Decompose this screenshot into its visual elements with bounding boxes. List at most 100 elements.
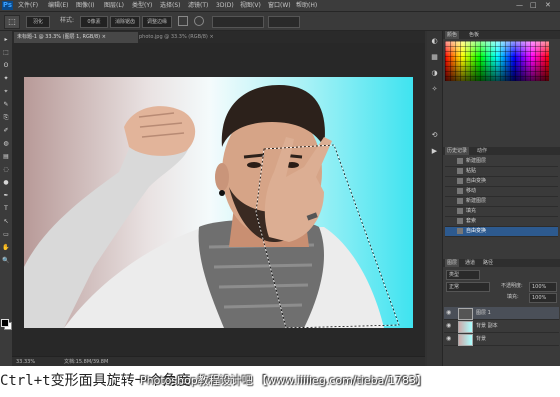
refine-edge-button[interactable]: 调整边缘 bbox=[142, 16, 172, 28]
eraser-tool-icon[interactable]: ◌ bbox=[2, 166, 10, 173]
brush-tool-icon[interactable]: ✐ bbox=[2, 127, 10, 134]
color-panel-icon[interactable]: ◐ bbox=[430, 37, 439, 45]
visibility-eye-icon[interactable]: ◉ bbox=[446, 336, 452, 342]
fill-label: 填充: bbox=[507, 294, 519, 300]
tab-history[interactable]: 历史记录 bbox=[445, 147, 470, 155]
crop-tool-icon[interactable]: ⌖ bbox=[2, 88, 10, 95]
history-state[interactable]: 新建图层 bbox=[445, 197, 558, 207]
menu-view[interactable]: 视图(V) bbox=[240, 1, 261, 10]
fill-field[interactable]: 100% bbox=[529, 293, 557, 303]
history-state-label: 自由变换 bbox=[466, 228, 487, 234]
marquee-tool-icon[interactable]: ⬚ bbox=[2, 49, 10, 56]
shape-tool-icon[interactable]: ▭ bbox=[2, 231, 10, 238]
blend-mode-select[interactable]: 正常 bbox=[446, 282, 490, 292]
history-state-icon bbox=[457, 218, 463, 224]
styles-panel-icon[interactable]: ✧ bbox=[430, 85, 439, 93]
zoom-level[interactable]: 33.33% bbox=[16, 357, 35, 366]
maximize-icon[interactable]: □ bbox=[530, 1, 537, 10]
warp-icon[interactable] bbox=[194, 16, 204, 26]
tab-layers[interactable]: 图层 bbox=[445, 259, 460, 267]
foreground-color-swatch[interactable] bbox=[1, 319, 9, 327]
menu-3d[interactable]: 3D(D) bbox=[216, 1, 234, 10]
history-state-label: 粘贴 bbox=[466, 168, 477, 174]
type-tool-icon[interactable]: T bbox=[2, 205, 10, 212]
menu-file[interactable]: 文件(F) bbox=[18, 1, 38, 10]
marquee-tool-preset-icon[interactable]: ⬚ bbox=[4, 15, 20, 29]
menu-layer[interactable]: 图层(L) bbox=[104, 1, 124, 10]
tab-close-icon[interactable]: × bbox=[209, 34, 213, 40]
color-swatch-grid[interactable] bbox=[445, 41, 549, 81]
tab-label: photo.jpg @ 33.3% (RGB/8) bbox=[139, 34, 208, 40]
history-state-icon bbox=[457, 178, 463, 184]
collapsed-panel-strip: ◐ ▦ ◑ ✧ ⟲ ▶ bbox=[427, 31, 443, 366]
history-state-icon bbox=[457, 198, 463, 204]
history-state-label: 新建图层 bbox=[466, 158, 487, 164]
transform-icon[interactable] bbox=[178, 16, 188, 26]
menu-bar: Ps 文件(F) 编辑(E) 图像(I) 图层(L) 类型(Y) 选择(S) 滤… bbox=[0, 0, 560, 12]
history-state[interactable]: 填充 bbox=[445, 207, 558, 217]
swatches-panel-icon[interactable]: ▦ bbox=[430, 53, 439, 61]
menu-select[interactable]: 选择(S) bbox=[160, 1, 181, 10]
history-state[interactable]: 移动 bbox=[445, 187, 558, 197]
feather-value-field[interactable]: 0像素 bbox=[80, 16, 108, 28]
menu-filter[interactable]: 滤镜(T) bbox=[188, 1, 208, 10]
gradient-tool-icon[interactable]: ● bbox=[2, 179, 10, 186]
history-state-label: 移动 bbox=[466, 188, 477, 194]
history-brush-tool-icon[interactable]: ▤ bbox=[2, 153, 10, 160]
eyedropper-tool-icon[interactable]: ✎ bbox=[2, 101, 10, 108]
menu-window[interactable]: 窗口(W) bbox=[268, 1, 291, 10]
layer-kind-filter[interactable]: 类型 bbox=[446, 270, 480, 280]
layer-row[interactable]: ◉ 背景 bbox=[444, 333, 559, 346]
tab-channels[interactable]: 通道 bbox=[463, 259, 477, 267]
close-window-icon[interactable]: ✕ bbox=[545, 1, 551, 10]
tab-actions[interactable]: 动作 bbox=[475, 147, 489, 155]
menu-edit[interactable]: 编辑(E) bbox=[48, 1, 68, 10]
tab-paths[interactable]: 路径 bbox=[481, 259, 495, 267]
tab-close-icon[interactable]: × bbox=[102, 34, 106, 40]
layer-name: 背景 副本 bbox=[476, 323, 498, 329]
lasso-tool-icon[interactable]: ʘ bbox=[2, 62, 10, 69]
menu-help[interactable]: 帮助(H) bbox=[296, 1, 317, 10]
canvas-area[interactable] bbox=[12, 43, 425, 356]
history-state-label: 新建图层 bbox=[466, 198, 487, 204]
minimize-icon[interactable]: — bbox=[516, 1, 523, 10]
layer-name: 背景 bbox=[476, 336, 487, 342]
history-state[interactable]: 新建图层 bbox=[445, 157, 558, 167]
tab-document[interactable]: photo.jpg @ 33.3% (RGB/8) × bbox=[136, 32, 252, 43]
actions-panel-icon[interactable]: ▶ bbox=[430, 147, 439, 155]
width-height-field[interactable] bbox=[212, 16, 264, 28]
path-select-tool-icon[interactable]: ↖ bbox=[2, 218, 10, 225]
hand-tool-icon[interactable]: ✋ bbox=[2, 244, 10, 251]
history-panel-icon[interactable]: ⟲ bbox=[430, 131, 439, 139]
visibility-eye-icon[interactable]: ◉ bbox=[446, 323, 452, 329]
layer-row-active[interactable]: ◉ 图层 1 bbox=[444, 307, 559, 320]
menu-type[interactable]: 类型(Y) bbox=[132, 1, 152, 10]
clone-stamp-tool-icon[interactable]: ◍ bbox=[2, 140, 10, 147]
history-state[interactable]: 粘贴 bbox=[445, 167, 558, 177]
style-label: 样式: bbox=[60, 17, 75, 24]
feather-field[interactable]: 羽化 bbox=[26, 16, 50, 28]
swatches-panel-header: 颜色 色板 bbox=[443, 31, 560, 39]
zoom-tool-icon[interactable]: 🔍 bbox=[2, 257, 10, 264]
visibility-eye-icon[interactable]: ◉ bbox=[446, 310, 452, 316]
tab-color[interactable]: 颜色 bbox=[445, 31, 460, 39]
document-canvas-photo[interactable] bbox=[24, 77, 413, 328]
quick-select-tool-icon[interactable]: ✦ bbox=[2, 75, 10, 82]
healing-tool-icon[interactable]: ⎘ bbox=[2, 114, 10, 121]
move-tool-icon[interactable]: ▸ bbox=[2, 36, 10, 43]
photoshop-logo: Ps bbox=[2, 1, 13, 10]
document-tab-bar: 未标题-1 @ 33.3% (图层 1, RGB/8) × photo.jpg … bbox=[12, 31, 425, 43]
tab-swatches[interactable]: 色板 bbox=[467, 31, 481, 39]
angle-field[interactable] bbox=[268, 16, 300, 28]
pen-tool-icon[interactable]: ✒ bbox=[2, 192, 10, 199]
opacity-field[interactable]: 100% bbox=[529, 282, 557, 292]
tab-document-active[interactable]: 未标题-1 @ 33.3% (图层 1, RGB/8) × bbox=[14, 32, 138, 43]
adjustments-panel-icon[interactable]: ◑ bbox=[430, 69, 439, 77]
history-state-current[interactable]: 自由变换 bbox=[445, 227, 558, 237]
anti-alias-checkbox[interactable]: 消除锯齿 bbox=[110, 16, 140, 28]
layer-row[interactable]: ◉ 背景 副本 bbox=[444, 320, 559, 333]
history-state-icon bbox=[457, 168, 463, 174]
menu-image[interactable]: 图像(I) bbox=[76, 1, 94, 10]
history-state[interactable]: 自由变换 bbox=[445, 177, 558, 187]
history-state[interactable]: 套索 bbox=[445, 217, 558, 227]
